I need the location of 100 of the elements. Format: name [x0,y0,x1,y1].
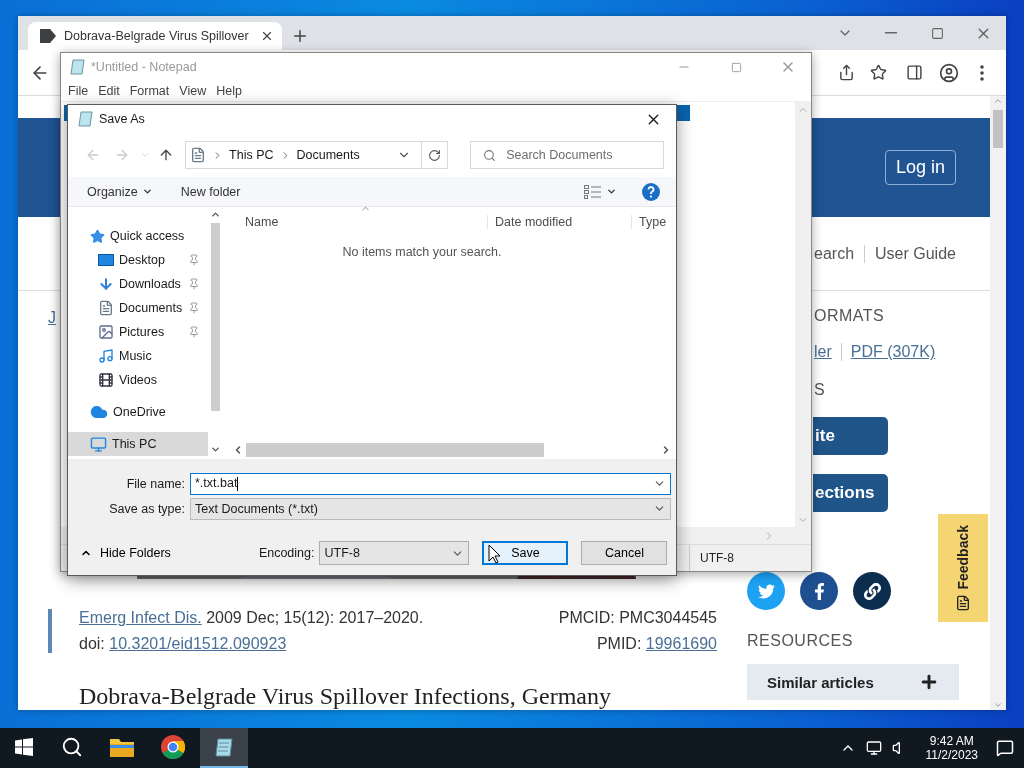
tab-favicon-icon [40,29,56,43]
notepad-icon [213,736,235,758]
new-folder-button[interactable]: New folder [173,180,248,203]
breadcrumb-item[interactable]: Documents [296,148,360,162]
citation-source: Emerg Infect Dis. 2009 Dec; 15(12): 2017–2020. [79,609,424,627]
twitter-button[interactable] [747,572,785,610]
nav-item[interactable]: Downloads [68,272,208,296]
nav-item[interactable]: OneDrive [68,400,208,424]
doi-text: doi: 10.3201/eid1512.090923 [79,635,287,653]
link-icon [863,582,881,600]
folder-icon [110,737,134,757]
doi-link[interactable]: 10.3201/eid1512.090923 [109,635,287,652]
scroll-down-icon [993,700,1003,710]
scrollbar[interactable] [990,96,1006,710]
side-panel-icon [905,64,923,81]
search-field[interactable]: Search Documents [470,141,664,169]
journal-link[interactable]: Emerg Infect Dis. [79,609,202,626]
share-icon [837,64,855,81]
notepad-icon [77,111,93,127]
scroll-down-icon [209,444,221,455]
breadcrumb-link[interactable]: J [48,309,56,327]
taskbar-app[interactable] [200,728,248,768]
menu-item[interactable]: Edit [93,84,125,98]
save-button[interactable]: Save [482,541,569,565]
cloud-icon [90,403,108,421]
document-icon [190,147,207,163]
menu-item[interactable]: Format [124,84,175,98]
form-icon [955,595,971,612]
star-icon [90,228,105,244]
address-bar[interactable]: This PC Documents [185,141,449,169]
nav-link[interactable]: earch [814,244,855,263]
caret-icon [606,186,617,197]
action-button[interactable]: ite [813,417,888,455]
cursor-icon [488,544,501,564]
file-name-field[interactable]: *.txt.bat [190,472,671,495]
nav-item[interactable]: Desktop [68,248,208,272]
nav-item[interactable]: Videos [68,368,208,392]
encoding-select[interactable]: UTF-8 [319,541,470,565]
bird-icon [757,582,775,600]
feedback-tab[interactable]: Feedback [938,514,988,622]
monitor-icon [90,435,107,453]
accordion-item[interactable]: Similar articles [747,664,959,700]
breadcrumb-item[interactable]: This PC [229,148,274,162]
pmid-link[interactable]: 19961690 [645,635,717,652]
menu-item[interactable]: Help [211,84,247,98]
section-heading: RESOURCES [747,632,854,650]
scroll-up-icon [209,209,221,220]
browser-tab[interactable]: Dobrava-Belgrade Virus Spillover [28,22,282,50]
action-button[interactable]: ections [813,474,888,512]
article-title: Dobrava-Belgrade Virus Spillover Infections, Germany [78,683,612,710]
column-header[interactable]: Date modified [487,215,631,229]
pmcid-text: PMCID: PMC3044545 [558,609,717,627]
window-title: *Untitled - Notepad [91,60,197,74]
details-view-icon [584,184,602,199]
field-label: File name: [125,476,186,491]
nav-item[interactable]: Quick access [68,224,208,248]
menu-item[interactable]: File [63,84,94,98]
menu-item[interactable]: View [174,84,212,98]
nav-item[interactable]: Documents [68,296,208,320]
login-button[interactable]: Log in [884,150,956,186]
clock[interactable]: 9:42 AM 11/2/2023 [925,734,978,762]
nav-link[interactable]: User Guide [875,244,956,263]
document-icon [98,300,114,316]
dialog-title: Save As [99,112,145,126]
refresh-icon [428,148,442,162]
close-icon[interactable] [260,29,274,43]
format-link[interactable]: ler [814,343,832,361]
windows-logo-icon [15,738,33,756]
scrollbar[interactable] [795,102,811,544]
nav-item[interactable]: Music [68,344,208,368]
search-icon [483,148,497,162]
help-icon[interactable] [642,182,660,201]
minimize-icon [885,32,897,34]
more-icon [980,64,984,81]
column-header[interactable]: Type [631,215,672,229]
field-label: Encoding: [258,546,315,560]
section-heading: ORMATS [813,307,886,325]
maximize-icon [930,26,944,40]
music-note-icon [98,348,114,364]
format-link[interactable]: PDF (307K) [850,343,936,361]
column-header[interactable]: Name [232,215,487,229]
link-button[interactable] [853,572,891,610]
notification-icon[interactable] [996,739,1014,757]
network-icon[interactable] [865,740,882,756]
field-label: Save as type: [108,501,186,516]
cancel-button[interactable]: Cancel [581,541,668,565]
hide-folders-button[interactable]: Hide Folders [80,546,171,560]
picture-icon [98,324,114,340]
pmid-text: PMID: 19961690 [596,635,717,653]
nav-item[interactable]: Pictures [68,320,208,344]
section-heading: S [813,381,827,399]
encoding-status: UTF-8 [689,545,797,571]
facebook-button[interactable] [800,572,838,610]
nav-item[interactable]: This PC [68,432,208,456]
chevron-down-icon [140,150,151,160]
file-type-select[interactable]: Text Documents (*.txt) [190,497,671,520]
organize-button[interactable]: Organize [80,180,160,203]
search-icon [61,736,83,758]
desktop-icon [98,253,114,267]
scroll-up-icon [993,96,1003,106]
